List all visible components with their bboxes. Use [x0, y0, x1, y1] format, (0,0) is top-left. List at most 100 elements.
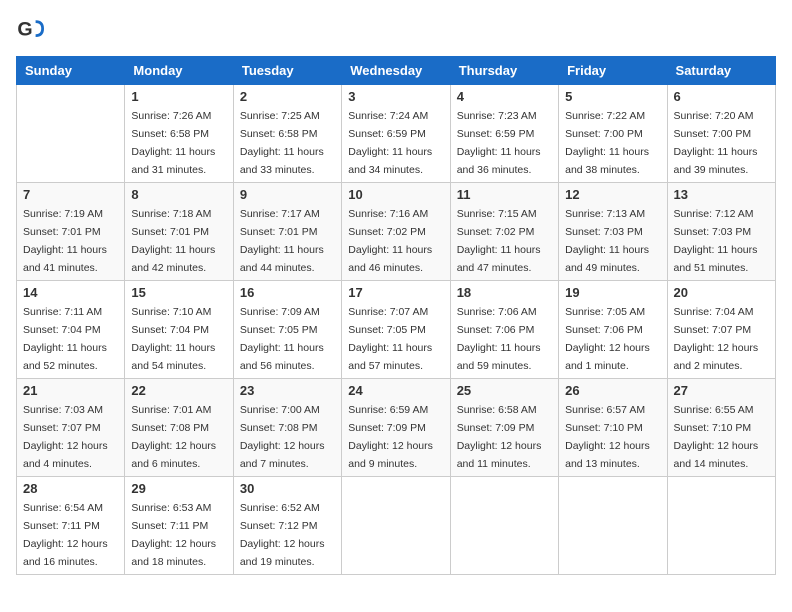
day-number: 30: [240, 481, 335, 496]
day-info: Sunrise: 7:12 AM Sunset: 7:03 PM Dayligh…: [674, 208, 758, 274]
calendar-header: SundayMondayTuesdayWednesdayThursdayFrid…: [17, 57, 776, 85]
day-info: Sunrise: 6:59 AM Sunset: 7:09 PM Dayligh…: [348, 404, 433, 470]
day-number: 13: [674, 187, 769, 202]
day-cell: 11Sunrise: 7:15 AM Sunset: 7:02 PM Dayli…: [450, 183, 558, 281]
day-info: Sunrise: 7:13 AM Sunset: 7:03 PM Dayligh…: [565, 208, 649, 274]
day-cell: 25 Sunrise: 6:58 AM Sunset: 7:09 PM Dayli…: [450, 379, 558, 477]
day-cell: [17, 85, 125, 183]
day-info: Sunrise: 7:25 AM Sunset: 6:58 PM Dayligh…: [240, 110, 324, 176]
day-cell: 9 Sunrise: 7:17 AM Sunset: 7:01 PM Daylig…: [233, 183, 341, 281]
day-info: Sunrise: 6:53 AM Sunset: 7:11 PM Dayligh…: [131, 502, 216, 568]
header-row: SundayMondayTuesdayWednesdayThursdayFrid…: [17, 57, 776, 85]
header-cell-friday: Friday: [559, 57, 667, 85]
day-info: Sunrise: 7:07 AM Sunset: 7:05 PM Dayligh…: [348, 306, 432, 372]
day-number: 9: [240, 187, 335, 202]
day-number: 15: [131, 285, 226, 300]
day-cell: 10 Sunrise: 7:16 AM Sunset: 7:02 PM Dayli…: [342, 183, 450, 281]
day-number: 8: [131, 187, 226, 202]
day-info: Sunrise: 7:26 AM Sunset: 6:58 PM Dayligh…: [131, 110, 215, 176]
day-info: Sunrise: 7:22 AM Sunset: 7:00 PM Dayligh…: [565, 110, 649, 176]
logo: G: [16, 16, 48, 44]
week-row-3: 14 Sunrise: 7:11 AM Sunset: 7:04 PM Dayli…: [17, 281, 776, 379]
day-number: 24: [348, 383, 443, 398]
day-number: 10: [348, 187, 443, 202]
day-info: Sunrise: 7:10 AM Sunset: 7:04 PM Dayligh…: [131, 306, 215, 372]
day-info: Sunrise: 6:58 AM Sunset: 7:09 PM Dayligh…: [457, 404, 542, 470]
day-cell: 8 Sunrise: 7:18 AM Sunset: 7:01 PM Daylig…: [125, 183, 233, 281]
svg-text:G: G: [17, 19, 32, 41]
day-number: 28: [23, 481, 118, 496]
day-cell: 17 Sunrise: 7:07 AM Sunset: 7:05 PM Dayli…: [342, 281, 450, 379]
page-header: G: [16, 16, 776, 44]
header-cell-sunday: Sunday: [17, 57, 125, 85]
day-number: 23: [240, 383, 335, 398]
calendar-body: 1 Sunrise: 7:26 AM Sunset: 6:58 PM Daylig…: [17, 85, 776, 575]
day-number: 12: [565, 187, 660, 202]
day-cell: 6 Sunrise: 7:20 AM Sunset: 7:00 PM Daylig…: [667, 85, 775, 183]
day-info: Sunrise: 7:20 AM Sunset: 7:00 PM Dayligh…: [674, 110, 758, 176]
header-cell-thursday: Thursday: [450, 57, 558, 85]
day-info: Sunrise: 7:09 AM Sunset: 7:05 PM Dayligh…: [240, 306, 324, 372]
day-cell: 7Sunrise: 7:19 AM Sunset: 7:01 PM Daylig…: [17, 183, 125, 281]
day-number: 17: [348, 285, 443, 300]
header-cell-saturday: Saturday: [667, 57, 775, 85]
day-info: Sunrise: 7:05 AM Sunset: 7:06 PM Dayligh…: [565, 306, 650, 372]
day-cell: 21 Sunrise: 7:03 AM Sunset: 7:07 PM Dayli…: [17, 379, 125, 477]
day-cell: 1 Sunrise: 7:26 AM Sunset: 6:58 PM Daylig…: [125, 85, 233, 183]
day-cell: 30 Sunrise: 6:52 AM Sunset: 7:12 PM Dayli…: [233, 477, 341, 575]
day-cell: 27Sunrise: 6:55 AM Sunset: 7:10 PM Dayli…: [667, 379, 775, 477]
day-cell: [559, 477, 667, 575]
day-info: Sunrise: 7:11 AM Sunset: 7:04 PM Dayligh…: [23, 306, 107, 372]
day-cell: 24 Sunrise: 6:59 AM Sunset: 7:09 PM Dayli…: [342, 379, 450, 477]
week-row-5: 28 Sunrise: 6:54 AM Sunset: 7:11 PM Dayli…: [17, 477, 776, 575]
day-number: 25: [457, 383, 552, 398]
day-cell: 2Sunrise: 7:25 AM Sunset: 6:58 PM Daylig…: [233, 85, 341, 183]
day-cell: [342, 477, 450, 575]
day-cell: 29Sunrise: 6:53 AM Sunset: 7:11 PM Dayli…: [125, 477, 233, 575]
day-info: Sunrise: 7:04 AM Sunset: 7:07 PM Dayligh…: [674, 306, 759, 372]
logo-icon: G: [16, 16, 44, 44]
day-info: Sunrise: 7:17 AM Sunset: 7:01 PM Dayligh…: [240, 208, 324, 274]
day-cell: 15 Sunrise: 7:10 AM Sunset: 7:04 PM Dayli…: [125, 281, 233, 379]
day-number: 26: [565, 383, 660, 398]
day-info: Sunrise: 7:24 AM Sunset: 6:59 PM Dayligh…: [348, 110, 432, 176]
day-cell: 16 Sunrise: 7:09 AM Sunset: 7:05 PM Dayli…: [233, 281, 341, 379]
day-cell: 3Sunrise: 7:24 AM Sunset: 6:59 PM Daylig…: [342, 85, 450, 183]
day-number: 6: [674, 89, 769, 104]
day-info: Sunrise: 7:00 AM Sunset: 7:08 PM Dayligh…: [240, 404, 325, 470]
header-cell-tuesday: Tuesday: [233, 57, 341, 85]
day-number: 19: [565, 285, 660, 300]
day-number: 5: [565, 89, 660, 104]
day-info: Sunrise: 6:52 AM Sunset: 7:12 PM Dayligh…: [240, 502, 325, 568]
day-info: Sunrise: 7:03 AM Sunset: 7:07 PM Dayligh…: [23, 404, 108, 470]
day-cell: 26 Sunrise: 6:57 AM Sunset: 7:10 PM Dayli…: [559, 379, 667, 477]
day-number: 4: [457, 89, 552, 104]
day-number: 1: [131, 89, 226, 104]
day-cell: 13 Sunrise: 7:12 AM Sunset: 7:03 PM Dayli…: [667, 183, 775, 281]
calendar-table: SundayMondayTuesdayWednesdayThursdayFrid…: [16, 56, 776, 575]
day-cell: 5 Sunrise: 7:22 AM Sunset: 7:00 PM Daylig…: [559, 85, 667, 183]
week-row-1: 1 Sunrise: 7:26 AM Sunset: 6:58 PM Daylig…: [17, 85, 776, 183]
day-info: Sunrise: 6:57 AM Sunset: 7:10 PM Dayligh…: [565, 404, 650, 470]
day-cell: 20 Sunrise: 7:04 AM Sunset: 7:07 PM Dayli…: [667, 281, 775, 379]
day-info: Sunrise: 7:15 AM Sunset: 7:02 PM Dayligh…: [457, 208, 541, 274]
day-info: Sunrise: 7:16 AM Sunset: 7:02 PM Dayligh…: [348, 208, 432, 274]
day-cell: 23 Sunrise: 7:00 AM Sunset: 7:08 PM Dayli…: [233, 379, 341, 477]
day-number: 16: [240, 285, 335, 300]
day-info: Sunrise: 7:23 AM Sunset: 6:59 PM Dayligh…: [457, 110, 541, 176]
day-info: Sunrise: 6:54 AM Sunset: 7:11 PM Dayligh…: [23, 502, 108, 568]
week-row-4: 21 Sunrise: 7:03 AM Sunset: 7:07 PM Dayli…: [17, 379, 776, 477]
day-number: 20: [674, 285, 769, 300]
day-cell: 28 Sunrise: 6:54 AM Sunset: 7:11 PM Dayli…: [17, 477, 125, 575]
day-cell: 14 Sunrise: 7:11 AM Sunset: 7:04 PM Dayli…: [17, 281, 125, 379]
day-number: 18: [457, 285, 552, 300]
day-number: 14: [23, 285, 118, 300]
day-info: Sunrise: 7:19 AM Sunset: 7:01 PM Dayligh…: [23, 208, 107, 274]
day-info: Sunrise: 7:01 AM Sunset: 7:08 PM Dayligh…: [131, 404, 216, 470]
day-info: Sunrise: 7:18 AM Sunset: 7:01 PM Dayligh…: [131, 208, 215, 274]
header-cell-wednesday: Wednesday: [342, 57, 450, 85]
day-number: 21: [23, 383, 118, 398]
header-cell-monday: Monday: [125, 57, 233, 85]
day-cell: [450, 477, 558, 575]
day-number: 22: [131, 383, 226, 398]
